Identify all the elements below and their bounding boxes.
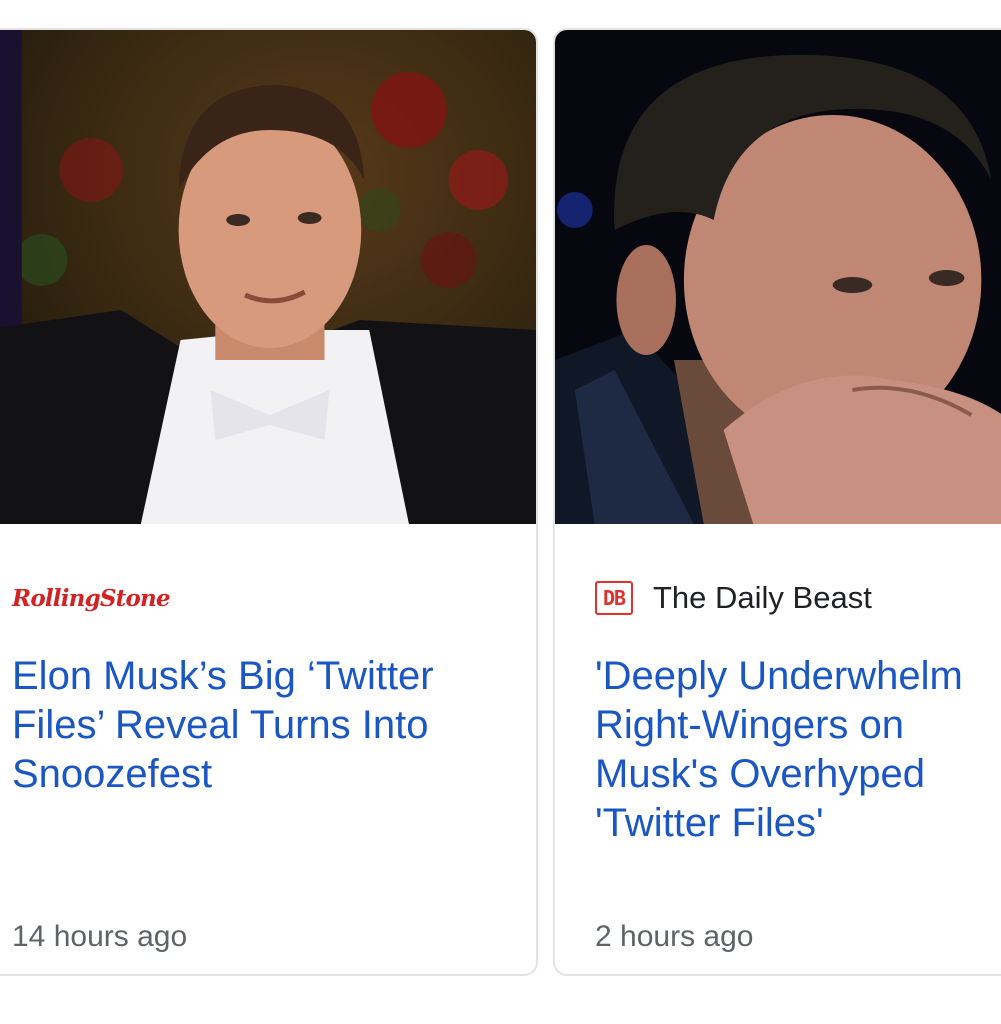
article-source: DB The Daily Beast (595, 578, 872, 618)
thumbnail-image (555, 30, 1001, 524)
article-headline[interactable]: Elon Musk’s Big ‘Twitter Files’ Reveal T… (12, 652, 532, 799)
thumbnail-image (0, 30, 536, 524)
article-thumbnail[interactable] (555, 30, 1001, 524)
article-thumbnail[interactable] (0, 30, 536, 524)
rolling-stone-logo: RollingStone (12, 584, 171, 612)
article-headline[interactable]: 'Deeply Underwhelm Right-Wingers on Musk… (595, 652, 963, 848)
headline-line: 'Deeply Underwhelm (595, 654, 963, 698)
article-timestamp: 2 hours ago (595, 920, 754, 953)
headline-line: Right-Wingers on (595, 703, 905, 747)
news-carousel: RollingStone Elon Musk’s Big ‘Twitter Fi… (0, 0, 1001, 1024)
headline-line: 'Twitter Files' (595, 801, 824, 845)
news-card[interactable]: RollingStone Elon Musk’s Big ‘Twitter Fi… (0, 28, 538, 976)
headline-line: Musk's Overhyped (595, 752, 925, 796)
article-source: RollingStone (12, 578, 171, 618)
source-name: The Daily Beast (653, 580, 872, 615)
article-timestamp: 14 hours ago (12, 920, 188, 953)
daily-beast-logo: DB (595, 581, 633, 615)
news-card[interactable]: DB The Daily Beast 'Deeply Underwhelm Ri… (553, 28, 1001, 976)
